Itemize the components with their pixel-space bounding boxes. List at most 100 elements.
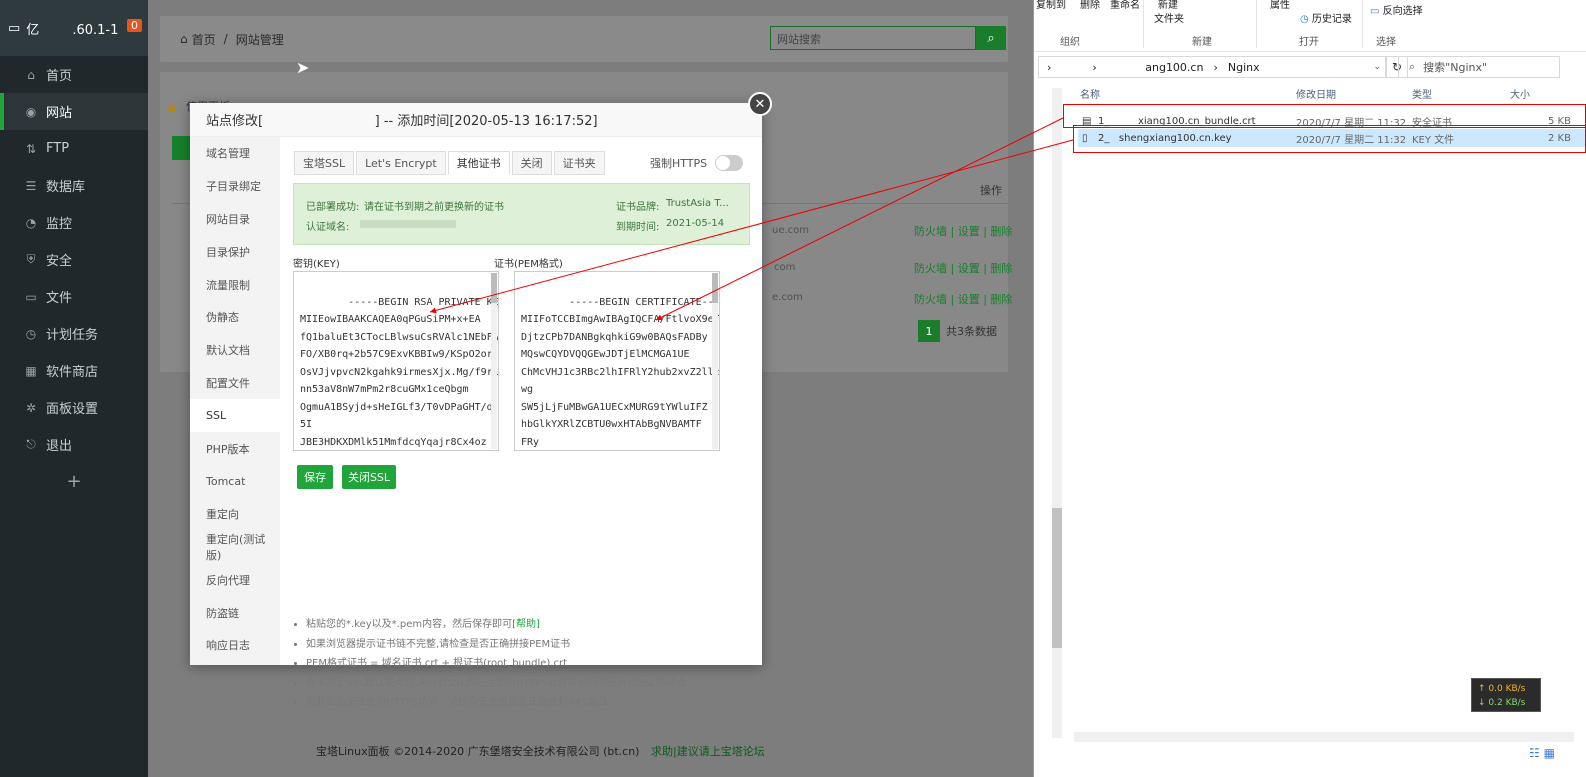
address-crumb[interactable]: › <box>1057 61 1096 74</box>
modal-menu-item[interactable]: Tomcat <box>190 465 280 498</box>
mouse-cursor-icon: ➤ <box>296 58 310 77</box>
column-modified[interactable]: 修改日期 <box>1296 86 1336 106</box>
row-ops[interactable]: 防火墙 | 设置 | 删除 <box>914 223 1012 239</box>
modal-menu-item[interactable]: 重定向(测试版) <box>190 531 280 564</box>
sidebar-item[interactable]: ◷ 计划任务 <box>0 315 148 352</box>
modal-menu-item[interactable]: PHP版本 <box>190 432 280 465</box>
modal-menu-item[interactable]: 默认文档 <box>190 334 280 367</box>
key-text: -----BEGIN RSA PRIVATE KEY----- MIIEowIB… <box>300 296 499 448</box>
add-site-button[interactable] <box>172 136 192 160</box>
key-textarea[interactable]: -----BEGIN RSA PRIVATE KEY----- MIIEowIB… <box>293 271 499 451</box>
pagination: 1 共3条数据 <box>918 320 997 342</box>
ssl-tab[interactable]: 关闭 <box>511 151 552 175</box>
modal-menu-item[interactable]: 防盗链 <box>190 596 280 629</box>
site-domain[interactable]: e.com <box>772 292 803 303</box>
search-icon: ⌕ <box>1409 60 1416 73</box>
nav-pane-scrollbar[interactable] <box>1052 88 1062 738</box>
large-icons-view-icon[interactable]: ▦ <box>1544 746 1555 760</box>
brand-value: TrustAsia T... <box>666 198 729 209</box>
modal-menu-item[interactable]: 反向代理 <box>190 563 280 596</box>
column-size[interactable]: 大小 <box>1510 86 1530 106</box>
modal-menu-item[interactable]: SSL <box>190 399 280 433</box>
ssl-tab[interactable]: 其他证书 <box>447 151 510 175</box>
row-ops[interactable]: 防火墙 | 设置 | 删除 <box>914 260 1012 276</box>
sidebar-item[interactable]: ⌂ 首页 <box>0 56 148 93</box>
ssl-tab[interactable]: Let's Encrypt <box>356 151 446 175</box>
database-icon: ☰ <box>25 178 37 193</box>
server-hostname: 亿 .60.1-1 <box>26 22 119 38</box>
site-edit-modal: 站点修改[ ] -- 添加时间[2020-05-13 16:17:52] 域名管… <box>190 103 762 708</box>
rename-button[interactable]: 重命名 <box>1110 0 1140 11</box>
sidebar-item[interactable]: ▦ 软件商店 <box>0 352 148 389</box>
new-folder-button[interactable]: 文件夹 <box>1154 10 1184 25</box>
group-open: 打开 <box>1299 37 1319 48</box>
delete-button[interactable]: 删除 <box>1080 0 1100 11</box>
modal-menu-item[interactable]: 流量限制 <box>190 268 280 301</box>
invert-selection-button[interactable]: ▭ 反向选择 <box>1370 2 1423 17</box>
ssl-tab[interactable]: 证书夹 <box>553 151 605 175</box>
modal-close-button[interactable]: ✕ <box>748 92 772 116</box>
modal-menu-item[interactable]: 响应日志 <box>190 629 280 662</box>
key-scrollbar[interactable] <box>491 273 497 449</box>
column-name[interactable]: 名称 <box>1080 86 1100 106</box>
modal-menu-item[interactable]: 网站目录 <box>190 203 280 236</box>
save-button[interactable]: 保存 <box>297 465 333 489</box>
sidebar-item-label: 文件 <box>46 291 73 306</box>
row-ops[interactable]: 防火墙 | 设置 | 删除 <box>914 291 1012 307</box>
network-speed-widget: ↑ 0.0 KB/s ↓ 0.2 KB/s <box>1471 678 1541 712</box>
modal-menu-item[interactable]: 重定向 <box>190 498 280 531</box>
forum-link[interactable]: 求助|建议请上宝塔论坛 <box>651 745 765 758</box>
search-icon: ⌕ <box>987 30 995 46</box>
breadcrumb-home[interactable]: 首页 <box>192 31 216 48</box>
modal-menu-item[interactable]: 伪静态 <box>190 301 280 334</box>
sidebar-item[interactable]: ⎋ 退出 <box>0 426 148 463</box>
site-domain[interactable]: ue.com <box>772 225 809 236</box>
folder-icon: ▭ <box>25 289 37 304</box>
notification-badge[interactable]: 0 <box>127 19 142 32</box>
bt-panel-window: ▭ 亿 .60.1-1 0 ⌂ 首页 ◉ 网站 ⇅ FTP ☰ 数据库 ◔ 监控 ⛨ 安全 ▭ 文件 ◷ 计划… <box>0 0 1043 777</box>
sidebar-item[interactable]: ☰ 数据库 <box>0 167 148 204</box>
sidebar-item[interactable]: ⇅ FTP <box>0 130 148 167</box>
force-https-label: 强制HTTPS <box>650 157 708 170</box>
force-https-toggle[interactable] <box>715 155 744 171</box>
chevron-down-icon[interactable]: ⌄ <box>1373 62 1381 72</box>
column-type[interactable]: 类型 <box>1412 86 1432 106</box>
ssl-panel: 宝塔SSL Let's Encrypt 其他证书 关闭 证书夹 强制HTTPS 已部署成… <box>280 137 762 708</box>
sidebar-item[interactable]: ◉ 网站 <box>0 93 148 130</box>
address-crumb[interactable]: ang100.cn <box>1107 61 1203 74</box>
address-crumb-current[interactable]: Nginx <box>1228 61 1260 74</box>
add-shortcut-button[interactable]: + <box>0 463 148 499</box>
folder-search-input[interactable]: ⌕ 搜索"Nginx" <box>1398 56 1560 78</box>
modal-menu-item[interactable]: 目录保护 <box>190 235 280 268</box>
breadcrumb-separator: / <box>223 32 228 46</box>
cert-textarea[interactable]: -----BEGIN CERTIFICATE----- MIIFoTCCBImg… <box>514 271 720 451</box>
horizontal-scrollbar[interactable] <box>1074 732 1574 742</box>
history-button[interactable]: ◷ 历史记录 <box>1300 10 1352 25</box>
modal-menu-item[interactable]: 配置文件 <box>190 367 280 400</box>
address-bar[interactable]: › › ang100.cn › Nginx ⌄ <box>1038 56 1386 78</box>
modal-menu-item[interactable]: 子目录绑定 <box>190 170 280 203</box>
sidebar-item[interactable]: ✲ 面板设置 <box>0 389 148 426</box>
sidebar-item[interactable]: ▭ 文件 <box>0 278 148 315</box>
ssl-tab[interactable]: 宝塔SSL <box>294 151 355 175</box>
view-mode-icons[interactable]: ☷ ▦ <box>1529 746 1555 760</box>
copy-to-button[interactable]: 复制到 <box>1036 0 1066 11</box>
close-ssl-button[interactable]: 关闭SSL <box>342 465 396 489</box>
site-search-input[interactable]: 网站搜索 <box>770 26 976 50</box>
ribbon-divider <box>1362 0 1363 48</box>
page-current[interactable]: 1 <box>918 320 940 342</box>
cert-scrollbar[interactable] <box>712 273 718 449</box>
scrollbar-thumb[interactable] <box>1052 508 1062 648</box>
properties-button[interactable]: 属性 <box>1270 0 1290 11</box>
shield-icon: ⛨ <box>26 252 36 266</box>
sidebar-item[interactable]: ◔ 监控 <box>0 204 148 241</box>
site-domain[interactable]: com <box>774 262 795 273</box>
help-link[interactable]: [帮助] <box>512 619 540 630</box>
modal-menu-item[interactable]: 域名管理 <box>190 137 280 170</box>
invert-selection-label: 反向选择 <box>1382 6 1423 17</box>
search-button[interactable]: ⌕ <box>976 26 1006 50</box>
server-header[interactable]: ▭ 亿 .60.1-1 0 <box>0 0 148 56</box>
sidebar-item[interactable]: ⛨ 安全 <box>0 241 148 278</box>
details-view-icon[interactable]: ☷ <box>1529 746 1540 760</box>
footer: 宝塔Linux面板 ©2014-2020 广东堡塔安全技术有限公司 (bt.cn… <box>316 743 765 759</box>
